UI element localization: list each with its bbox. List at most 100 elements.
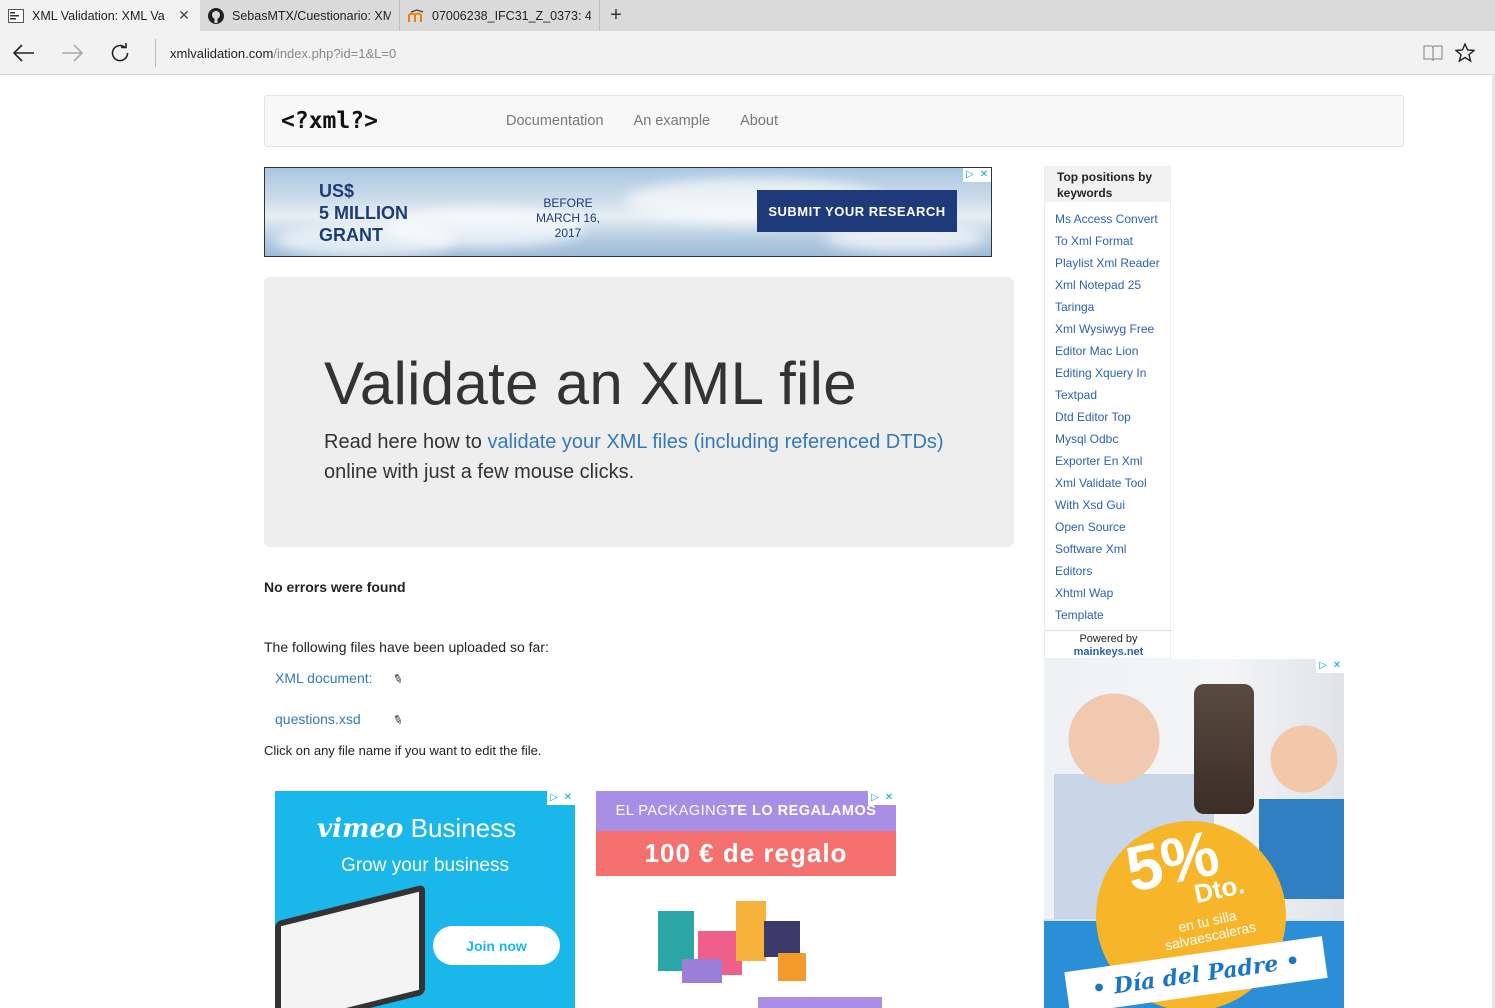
box-shape	[778, 953, 806, 981]
keyword-link[interactable]: Ms Access Convert	[1055, 208, 1170, 230]
site-navbar: <?xml?> Documentation An example About	[264, 95, 1404, 147]
adchoices[interactable]: ▷ ✕	[547, 791, 575, 805]
nav-about[interactable]: About	[740, 113, 778, 129]
keyword-link[interactable]: To Xml Format	[1055, 230, 1170, 252]
close-ad-icon[interactable]: ✕	[977, 168, 991, 182]
close-ad-icon[interactable]: ✕	[1330, 659, 1344, 673]
keyword-link[interactable]: Exporter En Xml	[1055, 450, 1170, 472]
adchoices[interactable]: ▷ ✕	[1316, 659, 1344, 673]
new-tab-button[interactable]: +	[600, 0, 632, 31]
packaging-ad[interactable]: EL PACKAGING TE LO REGALAMOS 100 € de re…	[596, 791, 896, 1008]
keyword-link[interactable]: Editor Mac Lion	[1055, 340, 1170, 362]
validate-help-link[interactable]: validate your XML files (including refer…	[487, 431, 943, 453]
box-shape	[736, 901, 766, 961]
adchoices-icon[interactable]: ▷	[963, 168, 977, 182]
keyword-link[interactable]: Editors	[1055, 560, 1170, 582]
laptop-illustration	[275, 884, 425, 1008]
page-content: <?xml?> Documentation An example About U…	[0, 75, 1495, 1008]
keyword-link[interactable]: Mysql Odbc	[1055, 428, 1170, 450]
adchoices-icon[interactable]: ▷	[868, 791, 882, 805]
submit-research-button[interactable]: SUBMIT YOUR RESEARCH	[757, 190, 957, 232]
edit-hint: Click on any file name if you want to ed…	[264, 743, 542, 758]
tab-strip: XML Validation: XML Va ✕ SebasMTX/Cuesti…	[0, 0, 1495, 31]
file-link-xml-document[interactable]: XML document:	[275, 670, 373, 686]
favorite-button[interactable]	[1451, 39, 1479, 67]
join-now-button[interactable]: Join now	[433, 926, 560, 965]
xml-favicon-icon	[8, 8, 24, 24]
keyword-link[interactable]: Editing Xquery In	[1055, 362, 1170, 384]
address-bar[interactable]: xmlvalidation.com/index.php?id=1&L=0	[155, 39, 1405, 67]
back-button[interactable]	[0, 31, 48, 75]
stairlift-ad[interactable]: 5% Dto. en tu silla salvaescaleras • Día…	[1044, 659, 1344, 1008]
tab-github[interactable]: SebasMTX/Cuestionario: XM	[200, 0, 400, 31]
adchoices-icon[interactable]: ▷	[1316, 659, 1330, 673]
file-link-questions-xsd[interactable]: questions.xsd	[275, 711, 361, 727]
tab-xml-validation[interactable]: XML Validation: XML Va ✕	[0, 0, 200, 31]
browser-toolbar: xmlvalidation.com/index.php?id=1&L=0	[0, 31, 1495, 75]
close-ad-icon[interactable]: ✕	[561, 791, 575, 805]
jumbotron: Validate an XML file Read here how to va…	[264, 277, 1014, 547]
book-icon	[1423, 45, 1443, 62]
tab-title: XML Validation: XML Va	[32, 8, 165, 23]
keyword-link[interactable]: Template	[1055, 604, 1170, 626]
powered-by: Powered by mainkeys.net	[1045, 630, 1172, 658]
keywords-list: Ms Access Convert To Xml Format Playlist…	[1045, 202, 1170, 626]
keyword-link[interactable]: Textpad	[1055, 384, 1170, 406]
packaging-headline-bold: TE LO REGALAMOS	[727, 803, 877, 819]
deadline-text: BEFORE MARCH 16, 2017	[523, 196, 613, 241]
keyword-link[interactable]: Software Xml	[1055, 538, 1170, 560]
keyword-link[interactable]: Xhtml Wap	[1055, 582, 1170, 604]
nav-documentation[interactable]: Documentation	[506, 113, 604, 129]
vimeo-tagline: Grow your business	[341, 855, 509, 876]
keyword-link[interactable]: Xml Validate Tool	[1055, 472, 1170, 494]
packaging-headline-light: EL PACKAGING	[615, 803, 728, 819]
refresh-button[interactable]	[96, 31, 144, 75]
site-logo[interactable]: <?xml?>	[281, 108, 491, 134]
adchoices-icon[interactable]: ▷	[547, 791, 561, 805]
packaging-offer: 100 € de regalo	[596, 831, 896, 876]
keyword-link[interactable]: Taringa	[1055, 296, 1170, 318]
adchoices[interactable]: ▷ ✕	[963, 168, 991, 182]
url-path: /index.php?id=1&L=0	[273, 45, 397, 61]
packaging-headline: EL PACKAGING TE LO REGALAMOS	[596, 791, 896, 831]
close-ad-icon[interactable]: ✕	[882, 791, 896, 805]
grant-line: US$	[319, 181, 355, 201]
reading-view-button[interactable]	[1419, 39, 1447, 67]
tab-title: SebasMTX/Cuestionario: XM	[232, 8, 391, 23]
forward-button[interactable]	[48, 31, 96, 75]
lead-prefix: Read here how to	[324, 431, 488, 453]
nav-an-example[interactable]: An example	[634, 113, 711, 129]
tab-title: 07006238_IFC31_Z_0373: 4.	[432, 8, 591, 23]
url-domain: xmlvalidation.com	[170, 45, 274, 61]
keyword-link[interactable]: Playlist Xml Reader	[1055, 252, 1170, 274]
vimeo-business-ad[interactable]: vimeo Business Grow your business Join n…	[275, 791, 575, 1008]
close-tab-icon[interactable]: ✕	[176, 7, 192, 24]
keyword-link[interactable]: Open Source	[1055, 516, 1170, 538]
uploaded-intro: The following files have been uploaded s…	[264, 639, 549, 655]
boxes-illustration	[658, 901, 818, 991]
before-label: BEFORE	[543, 196, 593, 210]
stairlift-chair-illustration	[1194, 684, 1254, 814]
deadline-date: MARCH 16, 2017	[535, 211, 600, 240]
lead-suffix: online with just a few mouse clicks.	[324, 461, 635, 483]
lead-text: Read here how to validate your XML files…	[324, 427, 964, 487]
adchoices[interactable]: ▷ ✕	[868, 791, 896, 805]
packaging-cta-button[interactable]	[758, 997, 882, 1008]
tab-moodle[interactable]: 07006238_IFC31_Z_0373: 4.	[400, 0, 600, 31]
validation-status: No errors were found	[264, 579, 406, 595]
keyword-link[interactable]: Xml Notepad 25	[1055, 274, 1170, 296]
edit-pencil-icon[interactable]: ✎	[391, 671, 405, 688]
keywords-sidebar: Top positions by keywords Ms Access Conv…	[1044, 166, 1172, 659]
grant-banner-ad[interactable]: US$ 5 MILLION GRANT BEFORE MARCH 16, 201…	[264, 167, 992, 257]
arrow-right-icon	[62, 43, 83, 62]
keyword-link[interactable]: Dtd Editor Top	[1055, 406, 1170, 428]
vimeo-wordmark: vimeo	[317, 814, 404, 844]
vimeo-logo: vimeo Business	[317, 813, 516, 844]
vimeo-business-word: Business	[410, 813, 517, 843]
mainkeys-link[interactable]: mainkeys.net	[1074, 646, 1144, 658]
page-title: Validate an XML file	[324, 350, 857, 417]
keyword-link[interactable]: With Xsd Gui	[1055, 494, 1170, 516]
keyword-link[interactable]: Xml Wysiwyg Free	[1055, 318, 1170, 340]
edit-pencil-icon[interactable]: ✎	[391, 712, 405, 729]
moodle-icon	[408, 8, 424, 24]
